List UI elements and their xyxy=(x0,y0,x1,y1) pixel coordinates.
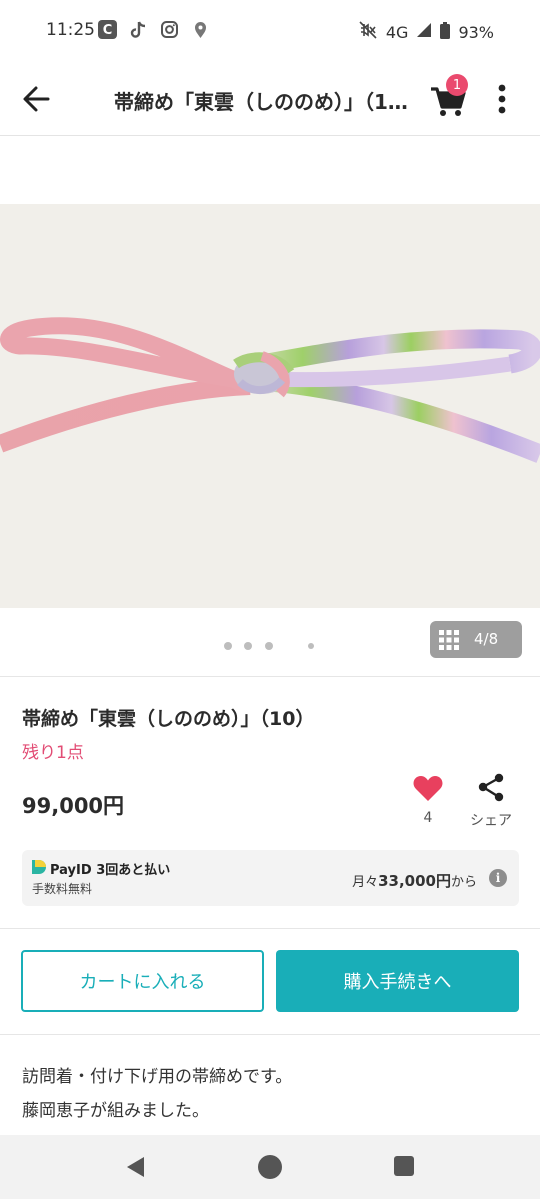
nav-back-button[interactable] xyxy=(124,1155,148,1179)
more-vertical-icon xyxy=(498,84,506,114)
share-label: シェア xyxy=(470,813,512,829)
description-line: 訪問着・付け下げ用の帯締めです。 xyxy=(22,1067,293,1087)
payid-plan: 3回あと払い xyxy=(96,863,171,878)
share-icon xyxy=(478,773,504,802)
mute-icon xyxy=(358,20,378,44)
stock-label: 残り1点 xyxy=(22,743,84,763)
monthly-amount: 33,000円 xyxy=(378,872,451,890)
divider xyxy=(0,1034,540,1035)
payid-logo-icon xyxy=(32,860,46,874)
nav-home-button[interactable] xyxy=(258,1155,282,1179)
product-title: 帯締め「東雲（しののめ）」（10） xyxy=(22,708,315,730)
location-icon xyxy=(191,20,210,39)
nav-recents-button[interactable] xyxy=(394,1156,414,1176)
divider xyxy=(0,676,540,677)
tiktok-icon xyxy=(129,20,148,39)
battery-icon xyxy=(440,21,451,43)
divider xyxy=(0,928,540,929)
monthly-suffix: から xyxy=(450,875,477,890)
instagram-icon xyxy=(160,20,179,39)
gallery-dot[interactable] xyxy=(224,642,232,650)
battery-level: 93% xyxy=(458,22,494,42)
description-line: 藤岡恵子が組みました。 xyxy=(22,1101,209,1121)
svg-text:C: C xyxy=(103,23,113,38)
payid-name: PayID xyxy=(50,863,92,878)
favorite-count: 4 xyxy=(423,810,433,826)
payid-monthly: 月々33,000円から xyxy=(352,870,477,891)
back-button[interactable] xyxy=(20,82,54,116)
more-options-button[interactable] xyxy=(490,82,514,116)
payid-heading: PayID 3回あと払い xyxy=(50,859,170,878)
gallery-dot[interactable] xyxy=(308,643,314,649)
app-bar: 帯締め「東雲（しののめ）」（1… xyxy=(0,62,540,136)
product-image[interactable] xyxy=(0,204,540,608)
payid-fee: 手数料無料 xyxy=(32,882,93,896)
c-app-icon: C xyxy=(98,20,117,39)
triangle-back-icon xyxy=(127,1157,144,1177)
network-type: 4G xyxy=(385,22,409,42)
system-nav-bar xyxy=(0,1135,540,1199)
cart-count-badge: 1 xyxy=(446,74,468,96)
arrow-left-icon xyxy=(23,86,50,112)
status-bar: 11:25 C 4G 93% xyxy=(0,0,540,62)
gallery-dot[interactable] xyxy=(265,642,273,650)
heart-icon xyxy=(413,776,443,801)
status-right: 4G 93% xyxy=(358,20,494,44)
gallery-dot[interactable] xyxy=(244,642,252,650)
product-price: 99,000円 xyxy=(22,794,125,818)
gallery-grid-button[interactable]: 4/8 xyxy=(430,621,522,658)
status-time: 11:25 xyxy=(46,20,95,40)
obijime-cord-photo xyxy=(0,317,540,463)
grid-icon xyxy=(439,630,459,650)
checkout-button[interactable]: 購入手続きへ xyxy=(276,950,519,1012)
signal-icon xyxy=(416,22,432,42)
page-title: 帯締め「東雲（しののめ）」（1… xyxy=(114,90,408,114)
monthly-prefix: 月々 xyxy=(352,875,379,890)
add-to-cart-button[interactable]: カートに入れる xyxy=(21,950,264,1012)
payid-installment-box[interactable]: PayID 3回あと払い 手数料無料 月々33,000円から i xyxy=(22,850,519,906)
status-left-icons: C xyxy=(98,20,210,39)
info-icon[interactable]: i xyxy=(489,869,507,887)
image-counter: 4/8 xyxy=(474,630,499,648)
